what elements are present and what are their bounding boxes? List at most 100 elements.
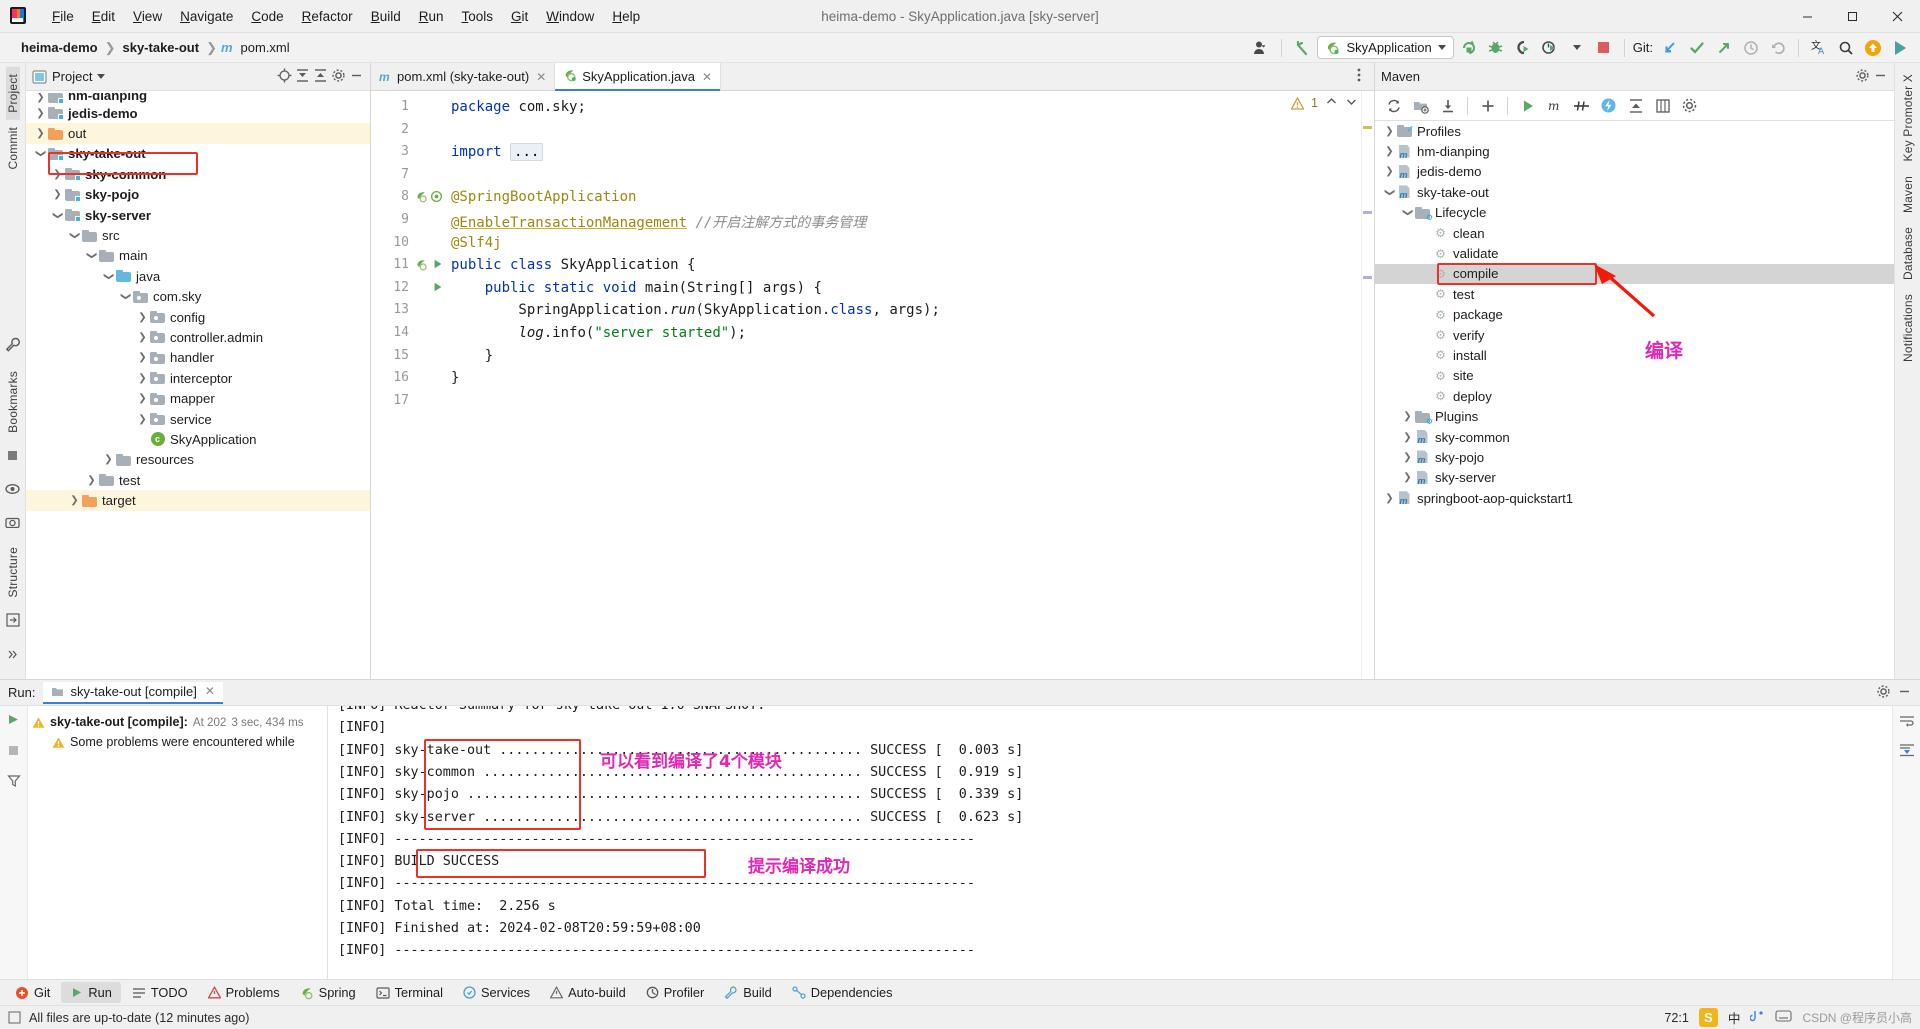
maven-tree-item[interactable]: ❯ m springboot-aop-quickstart1 [1375,488,1894,508]
editor-inspection-widget[interactable]: 1 [1291,95,1358,111]
chevron-down-icon[interactable]: ❯ [52,209,63,222]
project-tree-item[interactable]: ❯ com.sky [26,287,370,307]
project-tree-item[interactable]: ❯ jedis-demo [26,103,370,123]
menu-edit[interactable]: Edit [83,6,124,27]
rollback-icon[interactable] [1766,36,1790,59]
close-icon[interactable]: ✕ [205,684,215,698]
download-sources-icon[interactable] [1435,94,1460,117]
project-tree-item[interactable]: ❯ target [26,490,370,511]
ime-language-indicator[interactable]: 中 [1728,1008,1741,1027]
chevron-right-icon[interactable]: ❯ [34,93,47,103]
history-icon[interactable] [1739,36,1763,59]
add-maven-project-icon[interactable] [1408,94,1433,117]
run-tab[interactable]: sky-take-out [compile] ✕ [43,681,223,704]
add-icon[interactable] [1475,94,1500,117]
tool-window-button-todo[interactable]: TODO [123,982,197,1003]
camera-icon[interactable] [5,516,20,531]
next-problem-icon[interactable] [1345,95,1358,111]
translate-icon[interactable]: 文A [1807,36,1831,59]
rail-key-promoter-button[interactable]: Key Promoter X [1901,67,1915,169]
chevron-right-icon[interactable]: ❯ [1401,452,1414,463]
project-tree-item[interactable]: ❯ out [26,123,370,144]
chevron-right-icon[interactable]: ❯ [136,312,149,323]
chevron-right-icon[interactable]: ❯ [34,108,47,119]
chevron-down-icon[interactable]: ❯ [120,290,131,303]
maven-tree-item[interactable]: ❯ ⚙ Plugins [1375,406,1894,426]
sogou-ime-icon[interactable]: S [1698,1008,1718,1027]
tool-window-button-services[interactable]: Services [454,982,539,1003]
chevron-right-icon[interactable]: ❯ [34,128,47,139]
caret-position[interactable]: 72:1 [1664,1011,1689,1025]
update-project-icon[interactable] [1658,36,1682,59]
menu-code[interactable]: Code [242,6,292,27]
maximize-button[interactable] [1830,0,1875,33]
tab-skyapplication-java[interactable]: SkyApplication.java ✕ [555,63,722,91]
run-icon[interactable] [1515,94,1540,117]
project-tree-item[interactable]: ❯ main [26,246,370,266]
maven-tree-item[interactable]: ❯ m sky-server [1375,468,1894,488]
project-tree-item[interactable]: ❯ sky-server [26,205,370,225]
rail-project-button[interactable]: Project [5,67,20,120]
back-arrow-icon[interactable] [1290,36,1314,59]
chevron-right-icon[interactable]: ❯ [51,169,64,180]
run-with-coverage-icon[interactable] [1511,36,1535,59]
locate-icon[interactable] [277,68,292,86]
settings-gear-icon[interactable] [1855,68,1870,86]
chevron-down-icon[interactable]: ❯ [103,270,114,283]
execute-goal-icon[interactable] [1596,94,1621,117]
chevron-down-icon[interactable]: ❯ [1384,186,1395,199]
user-icon[interactable] [1249,36,1273,59]
chevron-right-icon[interactable]: ❯ [1383,493,1396,504]
chevron-right-icon[interactable]: ❯ [102,454,115,465]
maven-tree-item[interactable]: ❯ m sky-pojo [1375,447,1894,467]
hide-panel-icon[interactable] [349,68,364,86]
tool-window-button-problems[interactable]: Problems [199,982,289,1003]
project-tree-item[interactable]: ❯ service [26,409,370,429]
build-result-row[interactable]: sky-take-out [compile]: At 202 3 sec, 43… [32,712,323,732]
chevron-right-icon[interactable]: ❯ [1401,411,1414,422]
code-editor[interactable]: 1 2 3 7 8 9 10 11 12 13 14 15 16 17 package com.sky; i… [371,91,1374,679]
build-console-output[interactable]: [INFO] Reactor Summary for sky-take-out … [328,706,1892,979]
breadcrumb-module[interactable]: sky-take-out [119,39,202,56]
menu-run[interactable]: Run [410,6,453,27]
project-tree-item[interactable]: ❯ test [26,470,370,490]
chevron-down-icon[interactable] [97,74,106,79]
chevron-right-icon[interactable]: ❯ [1383,146,1396,157]
stop-icon[interactable] [7,744,20,760]
menu-view[interactable]: View [124,6,171,27]
chevron-down-icon[interactable]: ❯ [35,147,46,160]
project-tree-item[interactable]: ❯ interceptor [26,368,370,388]
hide-panel-icon[interactable] [1873,68,1888,86]
scroll-to-end-icon[interactable] [1899,743,1915,760]
chevron-right-icon[interactable]: ❯ [1401,432,1414,443]
chevron-down-icon[interactable]: ❯ [86,249,97,262]
menu-tools[interactable]: Tools [453,6,503,27]
settings-gear-icon[interactable] [1876,684,1891,702]
maven-tree-item[interactable]: ❯ m sky-take-out [1375,182,1894,202]
project-tree-item[interactable]: ❯ sky-pojo [26,185,370,205]
prev-problem-icon[interactable] [1325,95,1338,111]
show-dependency-diagram-icon[interactable] [1650,94,1675,117]
tool-window-button-git[interactable]: Git [6,982,59,1003]
maven-tree-item[interactable]: ❯ ✓ Profiles [1375,121,1894,141]
rail-maven-button[interactable]: Maven [1901,169,1915,220]
run-class-gutter-icon[interactable] [415,258,444,273]
expand-all-icon[interactable] [295,68,310,86]
eye-icon[interactable] [5,483,20,498]
menu-git[interactable]: Git [502,6,537,27]
run-build-tree[interactable]: sky-take-out [compile]: At 202 3 sec, 43… [28,706,328,979]
plugin-icon[interactable] [1888,36,1912,59]
bean-marker-gutter-icon[interactable] [415,190,443,206]
maven-tree-item[interactable]: ⚙ verify [1375,325,1894,345]
maven-tree-item[interactable]: ❯ m sky-common [1375,427,1894,447]
maven-tree-item[interactable]: ⚙ package [1375,305,1894,325]
wrench-icon[interactable] [5,337,20,355]
hide-panel-icon[interactable] [1897,684,1912,702]
project-tree-item[interactable]: c SkyApplication [26,429,370,449]
chevron-down-icon[interactable]: ❯ [1402,206,1413,219]
maven-tree-item[interactable]: ❯ ⚙ Lifecycle [1375,203,1894,223]
tool-window-button-dependencies[interactable]: Dependencies [783,982,902,1003]
chevron-right-icon[interactable]: ❯ [136,373,149,384]
tool-window-button-run[interactable]: Run [61,982,121,1003]
maven-tree-item[interactable]: ⚙ validate [1375,243,1894,263]
